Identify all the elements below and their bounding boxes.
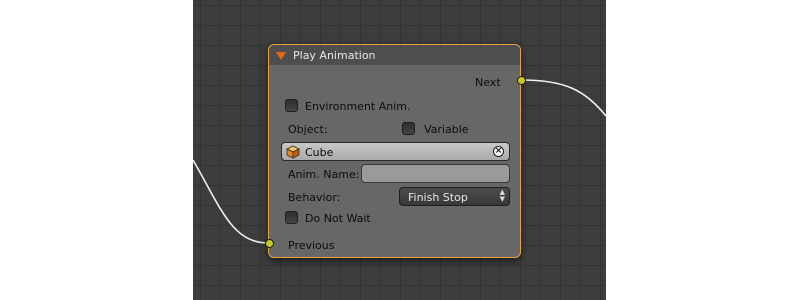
object-value: Cube <box>305 146 334 159</box>
cube-icon <box>286 145 300 159</box>
variable-label: Variable <box>424 123 469 136</box>
node-title: Play Animation <box>293 49 376 62</box>
triangle-down-icon[interactable] <box>276 52 286 60</box>
do-not-wait-label: Do Not Wait <box>305 212 371 225</box>
environment-anim-checkbox[interactable] <box>285 99 298 112</box>
play-animation-node[interactable]: Play Animation Next Environment Anim. Ob… <box>265 44 526 258</box>
object-field[interactable]: Cube × <box>281 142 510 161</box>
next-socket-label: Next <box>475 76 501 89</box>
behavior-value: Finish Stop <box>408 191 468 204</box>
previous-socket-label: Previous <box>288 239 335 252</box>
input-socket[interactable] <box>265 239 274 248</box>
environment-anim-label: Environment Anim. <box>305 100 411 113</box>
close-icon[interactable]: × <box>493 146 504 157</box>
up-down-arrows-icon: ▲ ▼ <box>499 188 505 203</box>
object-label: Object: <box>288 123 328 136</box>
do-not-wait-checkbox[interactable] <box>285 211 298 224</box>
anim-name-label: Anim. Name: <box>288 168 360 181</box>
behavior-label: Behavior: <box>288 191 341 204</box>
behavior-select[interactable]: Finish Stop ▲ ▼ <box>399 187 510 206</box>
output-socket[interactable] <box>517 76 526 85</box>
anim-name-input[interactable] <box>361 164 510 183</box>
variable-checkbox[interactable] <box>402 122 415 135</box>
node-header[interactable]: Play Animation <box>269 45 520 65</box>
